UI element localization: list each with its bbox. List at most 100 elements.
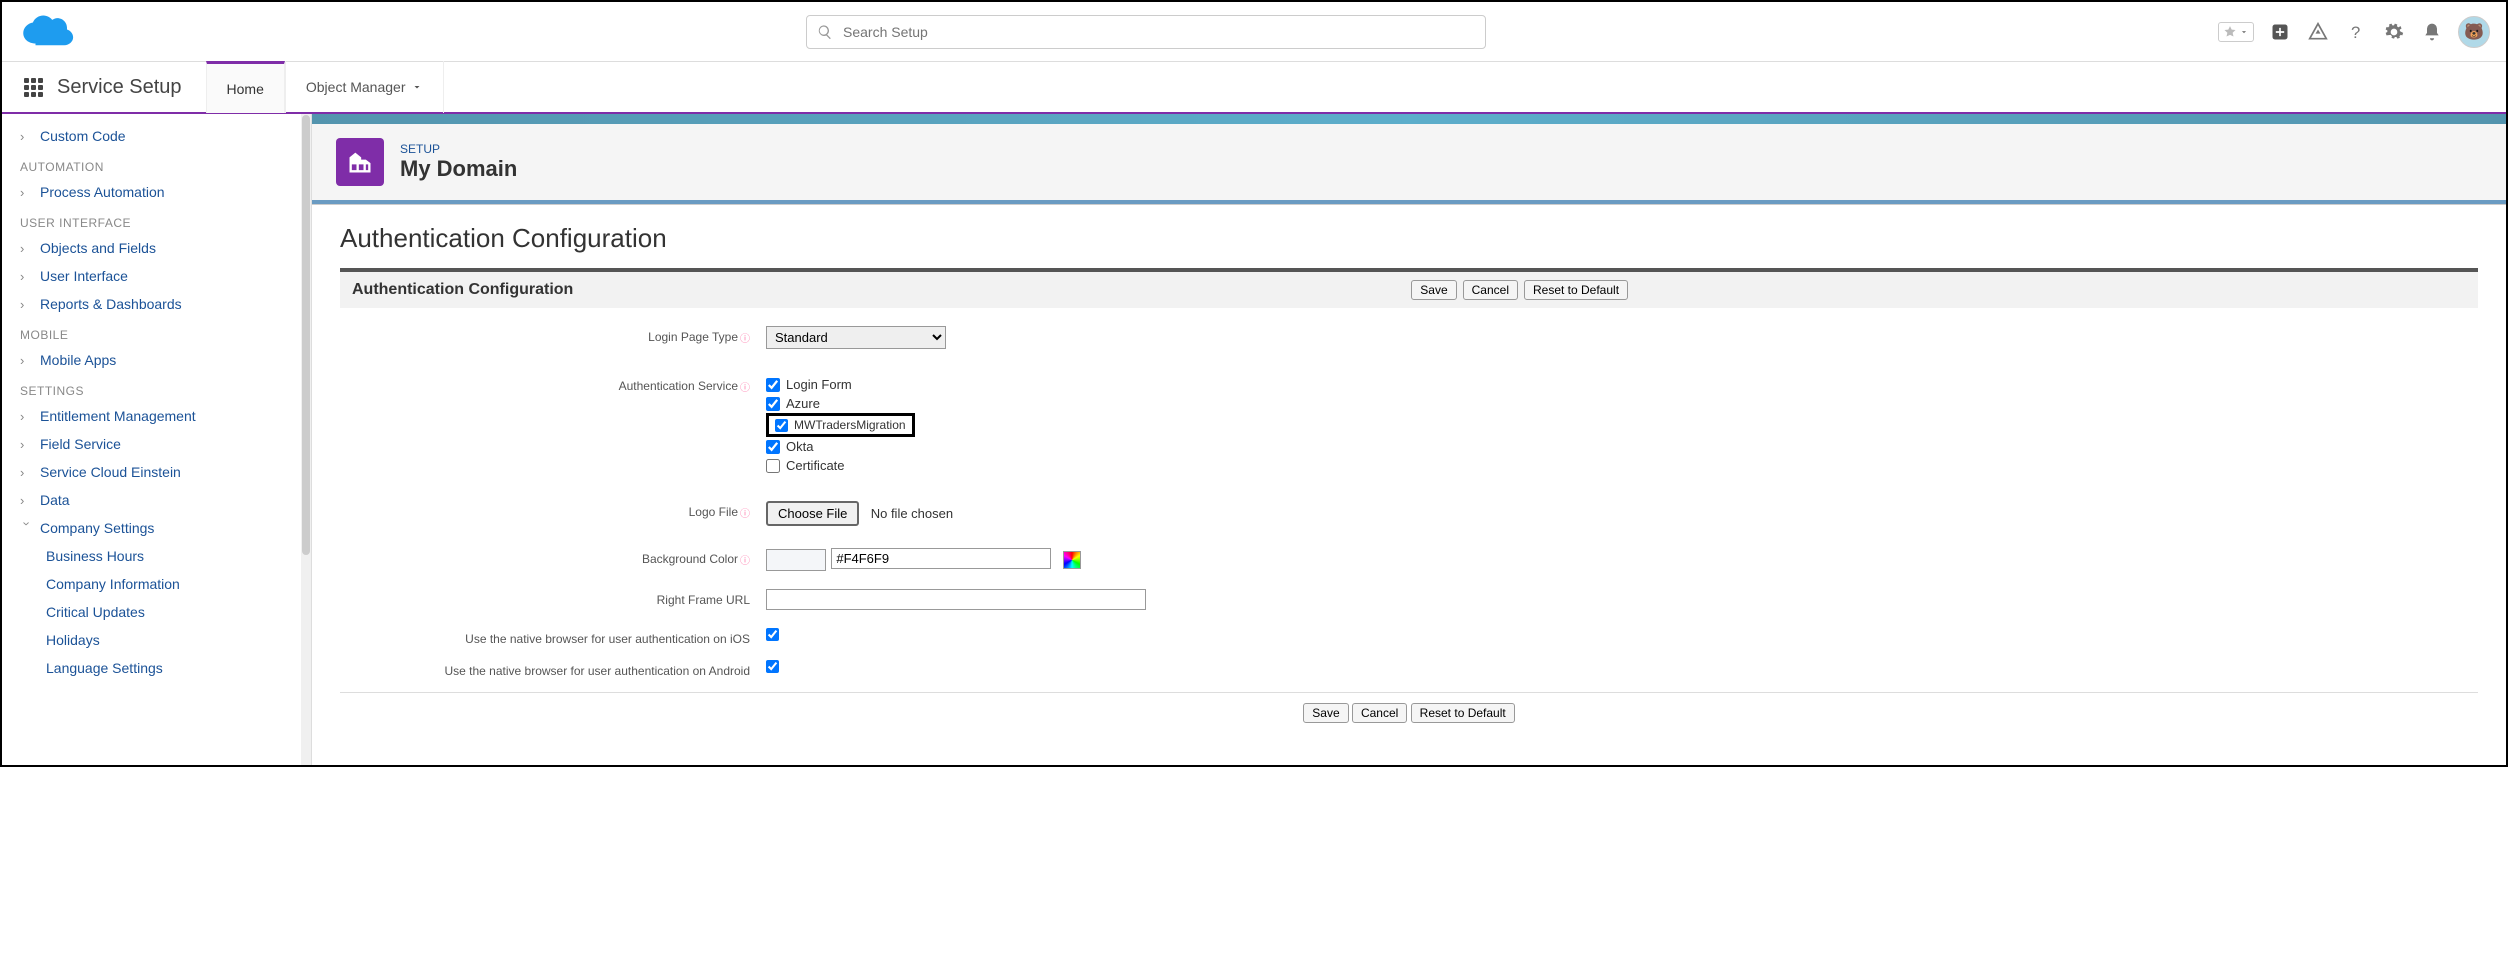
- checkbox-azure[interactable]: [766, 397, 780, 411]
- sidebar-head-automation: AUTOMATION: [2, 150, 311, 178]
- sidebar-item-service-cloud-einstein[interactable]: ›Service Cloud Einstein: [2, 458, 311, 486]
- sidebar-item-label: Service Cloud Einstein: [40, 464, 181, 480]
- checkbox-login-form[interactable]: [766, 378, 780, 392]
- auth-service-azure[interactable]: Azure: [766, 394, 2478, 413]
- header-icon-group: ? 🐻: [2218, 16, 2490, 48]
- right-frame-url-input[interactable]: [766, 589, 1146, 610]
- color-picker-icon[interactable]: [1063, 551, 1081, 569]
- sidebar-item-label: Custom Code: [40, 128, 126, 144]
- sidebar-item-label: Objects and Fields: [40, 240, 156, 256]
- auth-service-okta[interactable]: Okta: [766, 437, 2478, 456]
- sidebar-item-label: Entitlement Management: [40, 408, 196, 424]
- sidebar-item-custom-code[interactable]: ›Custom Code: [2, 122, 311, 150]
- notifications-icon[interactable]: [2420, 20, 2444, 44]
- label-native-android: Use the native browser for user authenti…: [444, 664, 750, 678]
- auth-service-label: Certificate: [786, 458, 845, 473]
- bg-color-input[interactable]: [831, 548, 1051, 569]
- auth-service-login-form[interactable]: Login Form: [766, 375, 2478, 394]
- login-page-type-select[interactable]: Standard: [766, 326, 946, 349]
- tab-object-manager-label: Object Manager: [306, 79, 406, 95]
- sidebar-item-label: Reports & Dashboards: [40, 296, 182, 312]
- help-icon[interactable]: ⓘ: [740, 556, 750, 567]
- sidebar-item-label: Field Service: [40, 436, 121, 452]
- section-toolbar: Authentication Configuration Save Cancel…: [340, 268, 2478, 308]
- sidebar-scrollbar[interactable]: [301, 114, 311, 765]
- search-input[interactable]: [843, 24, 1475, 40]
- search-icon: [817, 24, 833, 40]
- sidebar-item-mobile-apps[interactable]: ›Mobile Apps: [2, 346, 311, 374]
- bottom-toolbar: Save Cancel Reset to Default: [340, 692, 2478, 733]
- auth-service-certificate[interactable]: Certificate: [766, 456, 2478, 475]
- page-title: My Domain: [400, 156, 517, 182]
- label-bg-color: Background Color: [642, 552, 738, 566]
- user-avatar[interactable]: 🐻: [2458, 16, 2490, 48]
- sidebar-sub-language-settings[interactable]: Language Settings: [2, 654, 311, 682]
- chevron-down-icon: [411, 81, 423, 93]
- bg-color-swatch[interactable]: [766, 549, 826, 571]
- auth-service-mwtraders-highlight: MWTradersMigration: [766, 413, 915, 437]
- help-icon[interactable]: ⓘ: [740, 334, 750, 345]
- help-icon[interactable]: ⓘ: [740, 383, 750, 394]
- sidebar-item-objects-fields[interactable]: ›Objects and Fields: [2, 234, 311, 262]
- sidebar-item-company-settings[interactable]: ›Company Settings: [2, 514, 311, 542]
- section-heading: Authentication Configuration: [340, 223, 2478, 254]
- sidebar-sub-company-information[interactable]: Company Information: [2, 570, 311, 598]
- page-header: SETUP My Domain: [312, 124, 2506, 204]
- auth-service-label: Okta: [786, 439, 813, 454]
- sidebar-item-user-interface[interactable]: ›User Interface: [2, 262, 311, 290]
- section-bar-title: Authentication Configuration: [352, 281, 573, 299]
- global-search[interactable]: [806, 15, 1486, 49]
- checkbox-native-ios[interactable]: [766, 628, 779, 641]
- sidebar-head-mobile: MOBILE: [2, 318, 311, 346]
- label-logo-file: Logo File: [689, 505, 738, 519]
- cancel-button[interactable]: Cancel: [1463, 280, 1518, 300]
- tab-object-manager[interactable]: Object Manager: [285, 61, 445, 113]
- sidebar-sub-holidays[interactable]: Holidays: [2, 626, 311, 654]
- svg-text:?: ?: [2351, 22, 2360, 41]
- sidebar-item-label: Process Automation: [40, 184, 165, 200]
- sidebar-item-label: Company Settings: [40, 520, 154, 536]
- label-login-page-type: Login Page Type: [648, 330, 738, 344]
- auth-config-form: Login Page Typeⓘ Standard Authentication…: [340, 308, 2478, 747]
- help-icon[interactable]: ?: [2344, 20, 2368, 44]
- sidebar-sub-business-hours[interactable]: Business Hours: [2, 542, 311, 570]
- save-button-bottom[interactable]: Save: [1303, 703, 1348, 723]
- sidebar-item-label: User Interface: [40, 268, 128, 284]
- cancel-button-bottom[interactable]: Cancel: [1352, 703, 1407, 723]
- auth-service-label: Login Form: [786, 377, 852, 392]
- label-right-frame: Right Frame URL: [657, 593, 750, 607]
- my-domain-icon: [336, 138, 384, 186]
- add-icon[interactable]: [2268, 20, 2292, 44]
- label-auth-service: Authentication Service: [619, 379, 738, 393]
- checkbox-certificate[interactable]: [766, 459, 780, 473]
- tab-home[interactable]: Home: [206, 61, 285, 113]
- sidebar-item-entitlement-management[interactable]: ›Entitlement Management: [2, 402, 311, 430]
- salesforce-logo[interactable]: [18, 12, 74, 52]
- sidebar-item-label: Mobile Apps: [40, 352, 116, 368]
- auth-service-label: Azure: [786, 396, 820, 411]
- checkbox-okta[interactable]: [766, 440, 780, 454]
- setup-sidebar: ›Custom Code AUTOMATION ›Process Automat…: [2, 114, 312, 765]
- sidebar-item-field-service[interactable]: ›Field Service: [2, 430, 311, 458]
- label-native-ios: Use the native browser for user authenti…: [465, 632, 750, 646]
- sidebar-item-process-automation[interactable]: ›Process Automation: [2, 178, 311, 206]
- checkbox-mwtraders[interactable]: [775, 419, 788, 432]
- sidebar-sub-critical-updates[interactable]: Critical Updates: [2, 598, 311, 626]
- checkbox-native-android[interactable]: [766, 660, 779, 673]
- trailhead-icon[interactable]: [2306, 20, 2330, 44]
- save-button[interactable]: Save: [1411, 280, 1456, 300]
- favorites-menu[interactable]: [2218, 22, 2254, 42]
- app-nav-bar: Service Setup Home Object Manager: [2, 62, 2506, 114]
- sidebar-item-data[interactable]: ›Data: [2, 486, 311, 514]
- choose-file-button[interactable]: Choose File: [766, 501, 859, 526]
- main-content: SETUP My Domain Authentication Configura…: [312, 114, 2506, 765]
- reset-default-button[interactable]: Reset to Default: [1524, 280, 1628, 300]
- reset-default-button-bottom[interactable]: Reset to Default: [1411, 703, 1515, 723]
- app-launcher-icon[interactable]: [24, 78, 43, 97]
- sidebar-head-settings: SETTINGS: [2, 374, 311, 402]
- setup-gear-icon[interactable]: [2382, 20, 2406, 44]
- help-icon[interactable]: ⓘ: [740, 509, 750, 520]
- file-chosen-status: No file chosen: [871, 506, 953, 521]
- auth-service-label: MWTradersMigration: [794, 418, 906, 432]
- sidebar-item-reports-dashboards[interactable]: ›Reports & Dashboards: [2, 290, 311, 318]
